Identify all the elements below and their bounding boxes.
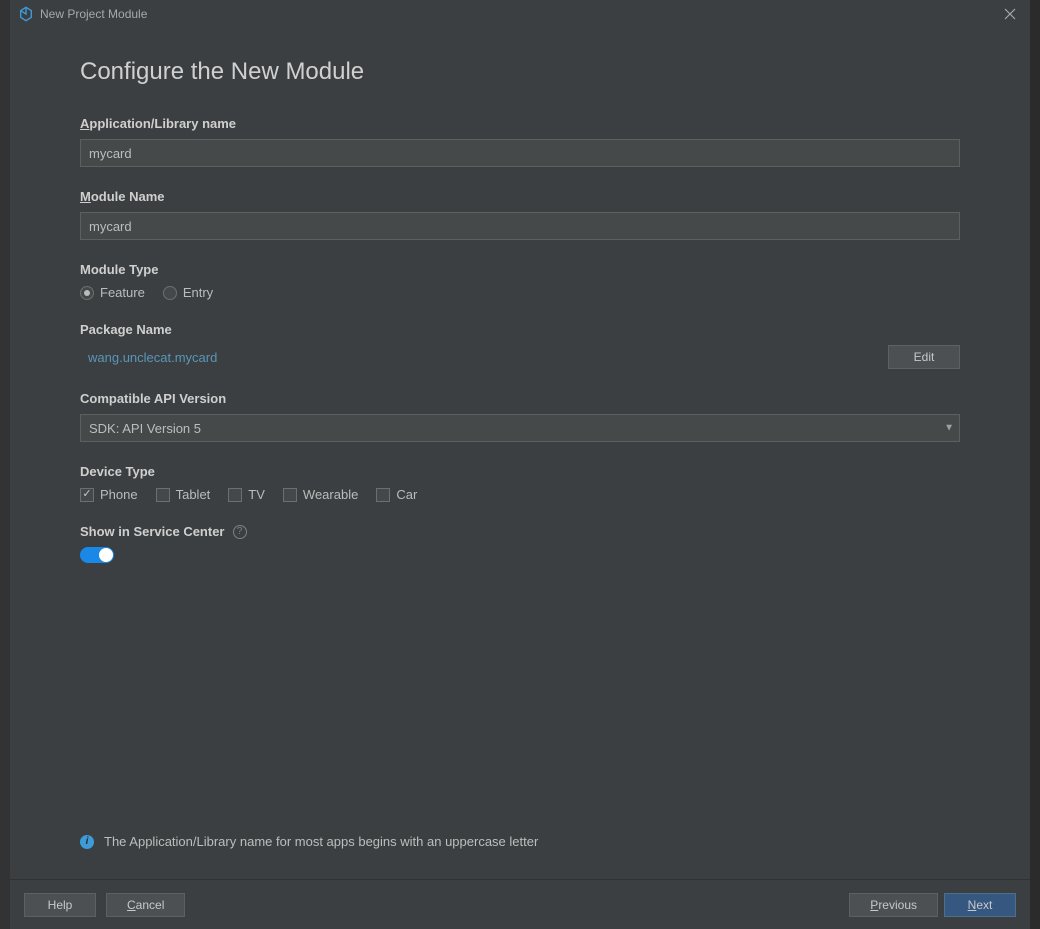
field-package-name: Package Name wang.unclecat.mycard Edit	[80, 322, 960, 369]
editor-gutter	[0, 0, 10, 929]
api-version-select[interactable]: SDK: API Version 5 ▼	[80, 414, 960, 442]
dialog-content: Configure the New Module Application/Lib…	[10, 28, 1030, 879]
label-module-name: Module Name	[80, 189, 960, 204]
cancel-button[interactable]: Cancel	[106, 893, 185, 917]
field-service-center: Show in Service Center ?	[80, 524, 960, 563]
edit-package-button[interactable]: Edit	[888, 345, 960, 369]
radio-feature-label: Feature	[100, 285, 145, 300]
input-app-name[interactable]	[80, 139, 960, 167]
radio-entry-label: Entry	[183, 285, 213, 300]
label-service-center: Show in Service Center	[80, 524, 225, 539]
info-message: The Application/Library name for most ap…	[104, 834, 538, 849]
module-type-radios: Feature Entry	[80, 285, 960, 300]
info-row: i The Application/Library name for most …	[80, 834, 960, 849]
package-name-value: wang.unclecat.mycard	[80, 350, 878, 365]
previous-button[interactable]: Previous	[849, 893, 938, 917]
next-button[interactable]: Next	[944, 893, 1016, 917]
service-center-toggle[interactable]	[80, 547, 114, 563]
close-button[interactable]	[998, 2, 1022, 26]
check-car-label: Car	[396, 487, 417, 502]
check-tv[interactable]: TV	[228, 487, 265, 502]
api-version-selected: SDK: API Version 5	[80, 414, 960, 442]
titlebar: New Project Module	[10, 0, 1030, 28]
label-package-name: Package Name	[80, 322, 960, 337]
dialog-footer: Help Cancel Previous Next	[10, 879, 1030, 929]
radio-feature[interactable]: Feature	[80, 285, 145, 300]
app-icon	[18, 6, 34, 22]
label-device-type: Device Type	[80, 464, 960, 479]
checkbox-icon	[376, 488, 390, 502]
field-module-name: Module Name	[80, 189, 960, 240]
check-tablet-label: Tablet	[176, 487, 211, 502]
info-icon: i	[80, 835, 94, 849]
radio-entry[interactable]: Entry	[163, 285, 213, 300]
check-tablet[interactable]: Tablet	[156, 487, 211, 502]
package-row: wang.unclecat.mycard Edit	[80, 345, 960, 369]
checkbox-icon	[228, 488, 242, 502]
field-app-name: Application/Library name	[80, 116, 960, 167]
field-device-type: Device Type Phone Tablet TV Wearable	[80, 464, 960, 502]
help-button[interactable]: Help	[24, 893, 96, 917]
checkbox-icon	[80, 488, 94, 502]
checkbox-icon	[283, 488, 297, 502]
label-module-type: Module Type	[80, 262, 960, 277]
check-phone[interactable]: Phone	[80, 487, 138, 502]
help-icon[interactable]: ?	[233, 525, 247, 539]
check-car[interactable]: Car	[376, 487, 417, 502]
check-wearable[interactable]: Wearable	[283, 487, 358, 502]
device-type-checks: Phone Tablet TV Wearable Car	[80, 487, 960, 502]
label-api-version: Compatible API Version	[80, 391, 960, 406]
window-title: New Project Module	[40, 7, 998, 21]
check-wearable-label: Wearable	[303, 487, 358, 502]
checkbox-icon	[156, 488, 170, 502]
radio-circle-icon	[163, 286, 177, 300]
input-module-name[interactable]	[80, 212, 960, 240]
field-api-version: Compatible API Version SDK: API Version …	[80, 391, 960, 442]
toggle-knob-icon	[99, 548, 113, 562]
field-module-type: Module Type Feature Entry	[80, 262, 960, 300]
new-module-dialog: New Project Module Configure the New Mod…	[10, 0, 1030, 929]
radio-circle-icon	[80, 286, 94, 300]
check-tv-label: TV	[248, 487, 265, 502]
page-title: Configure the New Module	[80, 58, 960, 86]
label-app-name: Application/Library name	[80, 116, 960, 131]
check-phone-label: Phone	[100, 487, 138, 502]
